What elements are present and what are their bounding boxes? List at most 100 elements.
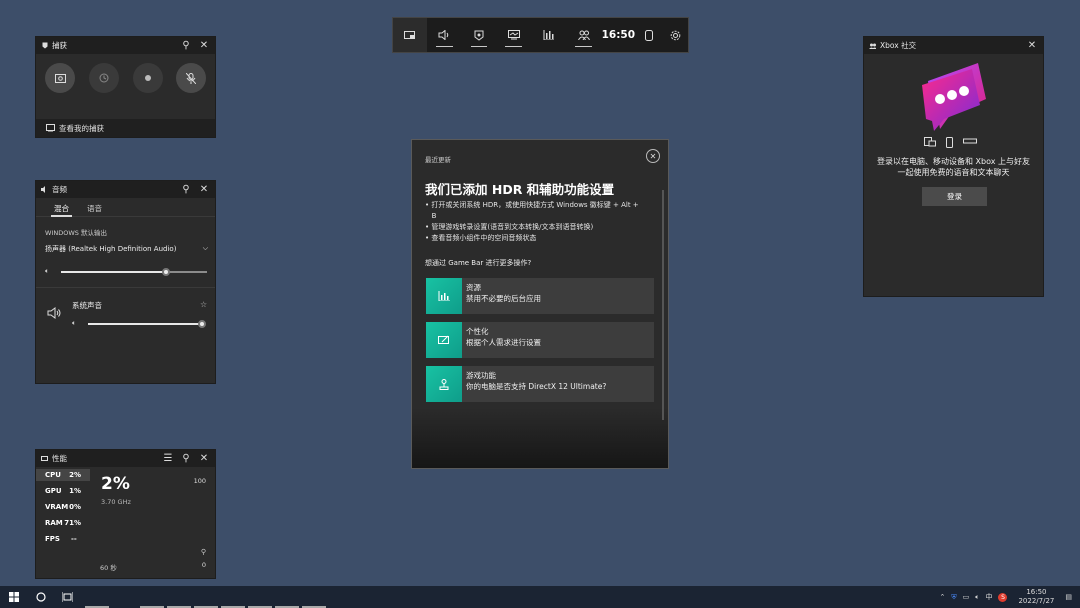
start-button[interactable]: [0, 586, 27, 608]
record-dot-icon: [145, 75, 151, 81]
metric-fps[interactable]: FPS --: [36, 533, 90, 545]
metric-label: FPS: [45, 535, 60, 543]
metric-ram[interactable]: RAM 71%: [36, 517, 90, 529]
social-message-line1: 登录以在电脑、移动设备和 Xbox 上与好友: [876, 157, 1031, 166]
taskbar-date: 2022/7/27: [1018, 597, 1055, 605]
screenshot-button[interactable]: [45, 63, 75, 93]
master-volume-thumb[interactable]: [162, 268, 171, 276]
performance-title: 性能: [52, 454, 67, 463]
capture-widget: 捕获 ⚲ ✕ 查看我的捕获: [35, 36, 216, 138]
shield-icon[interactable]: ⛨: [951, 593, 956, 602]
chat-bubble-illustration: [920, 59, 990, 133]
performance-metric-list: CPU 2% GPU 1% VRAM 0% RAM 71% FPS --: [36, 469, 90, 545]
volume-icon[interactable]: 🔈︎: [975, 593, 979, 602]
tab-mix[interactable]: 混合: [45, 198, 78, 217]
see-captures-link[interactable]: 查看我的捕获: [36, 119, 215, 137]
metric-value: 0%: [69, 503, 81, 511]
toolbar-capture-button[interactable]: [462, 18, 497, 52]
metric-value: 71%: [64, 519, 81, 527]
capture-header: 捕获 ⚲ ✕: [36, 37, 215, 54]
task-view-icon: [62, 592, 73, 602]
people-icon: [869, 42, 876, 49]
toolbar-audio-button[interactable]: [427, 18, 462, 52]
toolbar-widget-menu-button[interactable]: [393, 18, 427, 52]
pin-icon[interactable]: ⚲: [180, 40, 192, 52]
input-method-icon[interactable]: S: [998, 592, 1008, 602]
graph-pin-icon[interactable]: ⚲: [201, 548, 206, 556]
speaker-icon: [438, 30, 449, 40]
card-subtitle: 根据个人需求进行设置: [466, 338, 541, 347]
bullet-item: • 打开或关闭系统 HDR，或使用快捷方式 Windows 徽标键 + Alt …: [425, 201, 639, 209]
capture-title-icon: [41, 42, 48, 49]
taskbar-clock[interactable]: 16:50 2022/7/27: [1018, 588, 1054, 606]
audio-header: 音频 ⚲ ✕: [36, 181, 215, 198]
close-icon[interactable]: ✕: [646, 149, 660, 163]
star-icon[interactable]: ☆: [200, 300, 207, 309]
start-recording-button[interactable]: [133, 63, 163, 93]
dialog-bullets: • 打开或关闭系统 HDR，或使用快捷方式 Windows 徽标键 + Alt …: [425, 200, 665, 244]
metric-label: RAM: [45, 519, 63, 527]
pc-icon: [924, 137, 936, 147]
personalize-card[interactable]: 个性化 根据个人需求进行设置: [426, 322, 654, 358]
bullet-item: B: [425, 212, 437, 220]
camera-icon: [54, 73, 66, 83]
pin-icon[interactable]: ⚲: [180, 453, 192, 465]
dialog-question: 想通过 Game Bar 进行更多操作?: [425, 259, 532, 267]
device-select[interactable]: 扬声器 (Realtek High Definition Audio) ⌵: [45, 244, 208, 254]
search-button[interactable]: [27, 586, 54, 608]
card-subtitle: 你的电脑是否支持 DirectX 12 Ultimate?: [466, 382, 607, 391]
tab-voice[interactable]: 语音: [78, 198, 111, 216]
resources-card[interactable]: 资源 禁用不必要的后台应用: [426, 278, 654, 314]
system-volume-thumb[interactable]: [198, 320, 206, 328]
history-icon: [99, 73, 109, 83]
pin-icon[interactable]: ⚲: [180, 184, 192, 196]
bar-chart-icon: [543, 30, 555, 40]
record-last-button[interactable]: [89, 63, 119, 93]
performance-widget: 性能 ☰ ⚲ ✕ CPU 2% GPU 1% VRAM 0% RAM 71% FPS --…: [35, 449, 216, 579]
audio-widget: 音频 ⚲ ✕ 混合 语音 WINDOWS 默认输出 扬声器 (Realtek H…: [35, 180, 216, 384]
game-features-card[interactable]: 游戏功能 你的电脑是否支持 DirectX 12 Ultimate?: [426, 366, 654, 402]
toolbar-controller-button[interactable]: [636, 18, 663, 52]
chevron-down-icon: ⌵: [202, 244, 208, 252]
graph-duration: 60 秒: [100, 564, 117, 572]
console-icon: [963, 138, 977, 144]
dialog-scrollbar[interactable]: [662, 190, 664, 420]
chevron-up-icon[interactable]: ⌃: [940, 593, 946, 601]
system-sound-icon: [47, 307, 61, 321]
options-icon[interactable]: ☰: [162, 453, 174, 465]
metric-label: GPU: [45, 487, 62, 495]
metric-value: --: [71, 535, 77, 543]
metric-cpu[interactable]: CPU 2%: [36, 469, 90, 481]
mic-off-icon: [186, 72, 196, 84]
network-icon[interactable]: ▭: [963, 593, 970, 601]
mic-toggle-button[interactable]: [176, 63, 206, 93]
metric-gpu[interactable]: GPU 1%: [36, 485, 90, 497]
game-bar-toolbar: 16:50: [392, 17, 689, 53]
widget-menu-icon: [403, 31, 415, 39]
metric-label: VRAM: [45, 503, 69, 511]
bullet-item: • 管理游戏转录设置(语音到文本转换/文本到语音转换): [425, 223, 594, 231]
card-title: 个性化: [466, 327, 489, 336]
graph-min-label: 0: [201, 561, 206, 569]
system-sound-label: 系统声音: [72, 301, 102, 310]
toolbar-settings-button[interactable]: [663, 18, 688, 52]
close-icon[interactable]: ✕: [1026, 40, 1038, 52]
bullet-item: • 查看音频小组件中的空间音频状态: [425, 234, 537, 242]
toolbar-social-button[interactable]: [566, 18, 601, 52]
ime-indicator[interactable]: 中: [985, 592, 992, 602]
metric-value: 1%: [69, 487, 81, 495]
toolbar-performance-button[interactable]: [496, 18, 531, 52]
close-icon[interactable]: ✕: [198, 453, 210, 465]
gallery-icon: [46, 124, 55, 132]
personalize-icon: [426, 322, 462, 358]
toolbar-resources-button[interactable]: [531, 18, 566, 52]
metric-vram[interactable]: VRAM 0%: [36, 501, 90, 513]
device-icons: [924, 137, 977, 148]
close-icon[interactable]: ✕: [198, 40, 210, 52]
task-view-button[interactable]: [54, 586, 81, 608]
notifications-icon[interactable]: ▤: [1065, 593, 1072, 601]
social-message: 登录以在电脑、移动设备和 Xbox 上与好友 一起使用免费的语音和文本聊天: [864, 156, 1043, 178]
login-button[interactable]: 登录: [922, 187, 987, 206]
close-icon[interactable]: ✕: [198, 184, 210, 196]
toolbar-clock: 16:50: [601, 29, 636, 41]
